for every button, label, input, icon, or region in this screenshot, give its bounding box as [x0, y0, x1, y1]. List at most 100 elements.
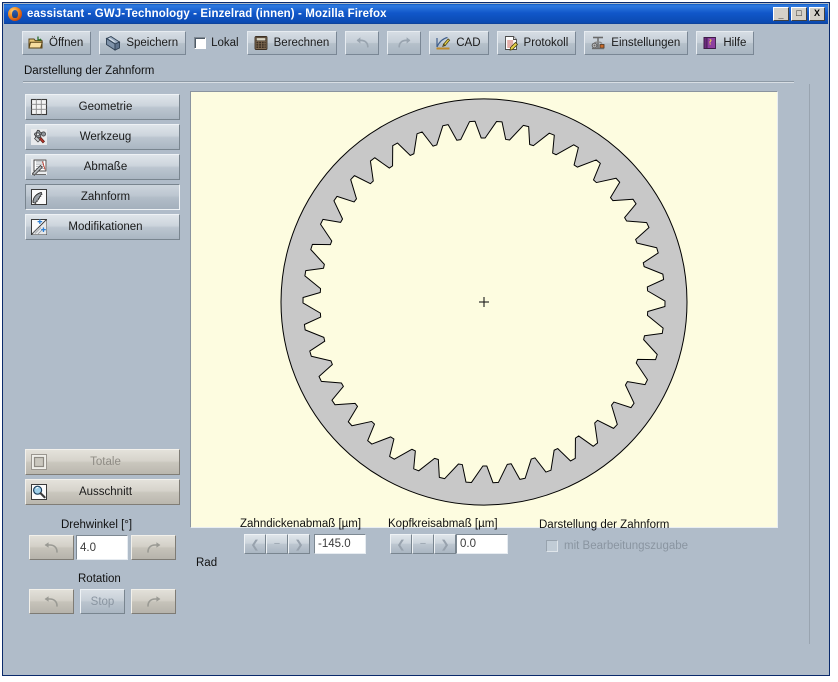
- sidebar-item-modifikationen-label: Modifikationen: [68, 221, 143, 233]
- drehwinkel-label: Drehwinkel [°]: [61, 519, 133, 531]
- window-content: Öffnen Speichern Lokal Berechnen CAD Pro…: [4, 24, 828, 674]
- magnifier-icon: [31, 484, 47, 500]
- tooth-profile-icon: [31, 189, 47, 205]
- protokoll-button-label: Protokoll: [523, 36, 569, 49]
- close-button[interactable]: X: [809, 7, 825, 21]
- rotation-label: Rotation: [78, 573, 121, 585]
- firefox-icon: [8, 7, 22, 21]
- hilfe-button-label: Hilfe: [723, 36, 747, 49]
- kopfkreisabmass-prev-button[interactable]: ❮: [390, 534, 412, 554]
- sidebar-item-werkzeug[interactable]: Werkzeug: [25, 124, 180, 150]
- rotate-ccw-icon: [44, 542, 58, 553]
- chevron-left-icon: ❮: [250, 538, 260, 551]
- title-bar: eassistant - GWJ-Technology - Einzelrad …: [4, 4, 828, 24]
- chevron-right-icon: ❯: [440, 538, 450, 551]
- open-folder-icon: [28, 36, 43, 48]
- einstellungen-button-label: Einstellungen: [611, 36, 681, 49]
- internal-gear-drawing: [191, 92, 777, 527]
- rotation-stop-label: Stop: [90, 595, 115, 608]
- panel-right-edge: [809, 84, 810, 644]
- berechnen-button-label: Berechnen: [273, 36, 330, 49]
- chevron-left-icon: ❮: [396, 538, 406, 551]
- section-title: Darstellung der Zahnform: [24, 65, 155, 77]
- save-button[interactable]: Speichern: [99, 30, 187, 55]
- sidebar-item-zahnform[interactable]: Zahnform: [25, 184, 180, 210]
- minimize-icon: _: [778, 10, 784, 20]
- kopfkreisabmass-next-button[interactable]: ❯: [434, 534, 456, 554]
- grid-table-icon: [30, 98, 48, 116]
- hilfe-button[interactable]: Hilfe: [696, 30, 755, 55]
- zahndickenabmass-next-button[interactable]: ❯: [288, 534, 310, 554]
- protokoll-button[interactable]: Protokoll: [496, 30, 577, 55]
- minimize-button[interactable]: _: [773, 7, 789, 21]
- checkbox-icon[interactable]: [546, 540, 558, 552]
- sidebar-item-zahnform-label: Zahnform: [80, 191, 131, 203]
- drehwinkel-ccw-button[interactable]: [29, 535, 74, 560]
- open-button[interactable]: Öffnen: [22, 30, 92, 55]
- open-button-label: Öffnen: [49, 36, 84, 49]
- ausschnitt-button-label: Ausschnitt: [78, 486, 133, 498]
- chevron-right-icon: ❯: [294, 538, 304, 551]
- ruler-chart-icon: [31, 159, 47, 176]
- rotation-cw-button[interactable]: [131, 589, 176, 614]
- zahndickenabmass-reset-button[interactable]: −: [266, 534, 288, 554]
- checkbox-icon[interactable]: [194, 36, 207, 49]
- sidebar-item-modifikationen[interactable]: Modifikationen: [25, 214, 180, 240]
- canvas-background: [191, 92, 777, 527]
- lokal-checkbox[interactable]: Lokal: [194, 36, 239, 49]
- cad-button-label: CAD: [456, 36, 481, 49]
- rotation-ccw-button[interactable]: [29, 589, 74, 614]
- cad-pencil-icon: [436, 36, 451, 49]
- drehwinkel-input[interactable]: [76, 535, 128, 560]
- sidebar-item-werkzeug-label: Werkzeug: [79, 131, 132, 143]
- redo-button[interactable]: [387, 30, 422, 55]
- ausschnitt-button[interactable]: Ausschnitt: [25, 479, 180, 505]
- bearbeitungszugabe-checkbox[interactable]: mit Bearbeitungszugabe: [546, 540, 688, 552]
- gear-drawing-canvas[interactable]: [190, 91, 778, 528]
- save-button-label: Speichern: [126, 36, 179, 49]
- zahndickenabmass-prev-button[interactable]: ❮: [244, 534, 266, 554]
- sidebar-item-geometrie[interactable]: Geometrie: [25, 94, 180, 120]
- rotation-stop-button[interactable]: Stop: [80, 589, 125, 614]
- document-pen-icon: [504, 35, 518, 51]
- berechnen-button[interactable]: Berechnen: [246, 30, 338, 55]
- bearbeitungszugabe-label: mit Bearbeitungszugabe: [564, 540, 689, 552]
- sidebar-item-abmasse-label: Abmaße: [83, 161, 128, 173]
- totale-button[interactable]: Totale: [25, 449, 180, 475]
- floppy-disk-icon: [105, 35, 121, 51]
- calculator-icon: [254, 35, 268, 50]
- fit-square-icon: [31, 454, 47, 470]
- darstellung-panel-title: Darstellung der Zahnform: [539, 519, 670, 531]
- window-controls: _ □ X: [773, 7, 825, 21]
- zahndickenabmass-label: Zahndickenabmaß [µm]: [240, 518, 362, 530]
- minus-icon: −: [273, 538, 281, 550]
- drehwinkel-cw-button[interactable]: [131, 535, 176, 560]
- sidebar-item-geometrie-label: Geometrie: [78, 101, 133, 113]
- totale-button-label: Totale: [90, 456, 121, 468]
- kopfkreisabmass-input[interactable]: [456, 534, 508, 554]
- undo-arrow-icon: [356, 37, 369, 48]
- maximize-icon: □: [796, 8, 802, 18]
- rotate-cw-icon: [147, 542, 161, 553]
- help-book-icon: [703, 36, 717, 49]
- close-icon: X: [813, 8, 820, 18]
- settings-tools-icon: [591, 36, 605, 49]
- maximize-button[interactable]: □: [791, 7, 807, 21]
- kopfkreisabmass-reset-button[interactable]: −: [412, 534, 434, 554]
- rad-row-label: Rad: [196, 557, 218, 569]
- application-window: eassistant - GWJ-Technology - Einzelrad …: [0, 0, 838, 682]
- redo-arrow-icon: [398, 37, 411, 48]
- window-frame: eassistant - GWJ-Technology - Einzelrad …: [2, 2, 830, 676]
- einstellungen-button[interactable]: Einstellungen: [584, 30, 689, 55]
- undo-button[interactable]: [345, 30, 380, 55]
- zahndickenabmass-input[interactable]: [314, 534, 366, 554]
- cad-button[interactable]: CAD: [429, 30, 489, 55]
- kopfkreisabmass-label: Kopfkreisabmaß [µm]: [388, 518, 498, 530]
- sidebar-item-abmasse[interactable]: Abmaße: [25, 154, 180, 180]
- rotate-ccw-icon: [44, 596, 58, 607]
- minus-icon: −: [419, 538, 427, 550]
- toolbar: Öffnen Speichern Lokal Berechnen CAD Pro…: [4, 24, 828, 61]
- gear-tool-icon: [31, 129, 47, 145]
- section-divider: [23, 81, 794, 83]
- rotate-cw-icon: [147, 596, 161, 607]
